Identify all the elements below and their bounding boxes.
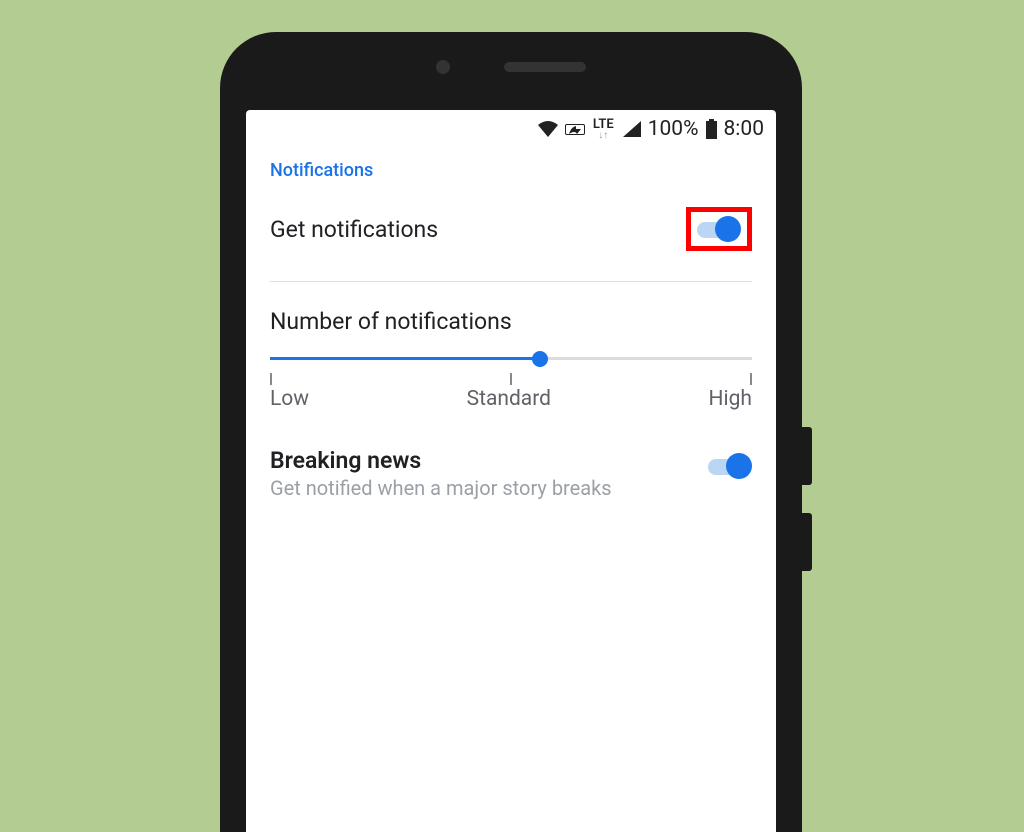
section-header: Notifications — [270, 160, 752, 181]
notification-count-section: Number of notifications Low Standard Hig… — [270, 308, 752, 411]
phone-screen: LTE ↓↑ 100% 8:00 Notifications Get notif… — [246, 110, 776, 832]
slider-ticks — [270, 373, 752, 385]
tick-standard — [510, 373, 512, 385]
breaking-news-title: Breaking news — [270, 447, 708, 474]
data-arrows-icon: ↓↑ — [598, 131, 608, 141]
toggle-thumb — [715, 216, 741, 242]
notification-slider[interactable] — [270, 349, 752, 369]
slider-label-standard: Standard — [467, 387, 551, 411]
tick-high — [750, 373, 752, 385]
breaking-news-toggle[interactable] — [708, 453, 752, 479]
camera-dot — [436, 60, 450, 74]
divider — [270, 281, 752, 282]
get-notifications-label: Get notifications — [270, 216, 438, 243]
wifi-icon — [537, 120, 559, 138]
toggle-thumb — [726, 453, 752, 479]
signal-icon — [622, 120, 642, 138]
volume-down-button[interactable] — [802, 513, 812, 571]
breaking-news-description: Get notified when a major story breaks — [270, 476, 708, 500]
slider-label-low: Low — [270, 387, 309, 411]
battery-icon — [705, 119, 718, 139]
status-bar: LTE ↓↑ 100% 8:00 — [246, 110, 776, 148]
get-notifications-toggle[interactable] — [697, 216, 741, 242]
phone-top-hardware — [220, 60, 802, 74]
slider-labels: Low Standard High — [270, 387, 752, 411]
slider-thumb[interactable] — [532, 351, 548, 367]
settings-content: Notifications Get notifications Number o… — [246, 148, 776, 512]
battery-percentage: 100% — [648, 117, 699, 141]
volume-up-button[interactable] — [802, 427, 812, 485]
lte-badge-icon — [565, 124, 585, 135]
speaker-slot — [504, 62, 586, 72]
highlight-box — [686, 207, 752, 251]
network-type-label: LTE ↓↑ — [593, 118, 614, 141]
clock-time: 8:00 — [724, 117, 765, 141]
slider-title: Number of notifications — [270, 308, 752, 335]
phone-frame: LTE ↓↑ 100% 8:00 Notifications Get notif… — [220, 32, 802, 832]
breaking-news-row[interactable]: Breaking news Get notified when a major … — [270, 447, 752, 500]
slider-track-fill — [270, 357, 540, 360]
side-buttons — [802, 427, 812, 571]
slider-label-high: High — [709, 387, 752, 411]
tick-low — [270, 373, 272, 385]
breaking-news-text: Breaking news Get notified when a major … — [270, 447, 708, 500]
get-notifications-row[interactable]: Get notifications — [270, 199, 752, 259]
